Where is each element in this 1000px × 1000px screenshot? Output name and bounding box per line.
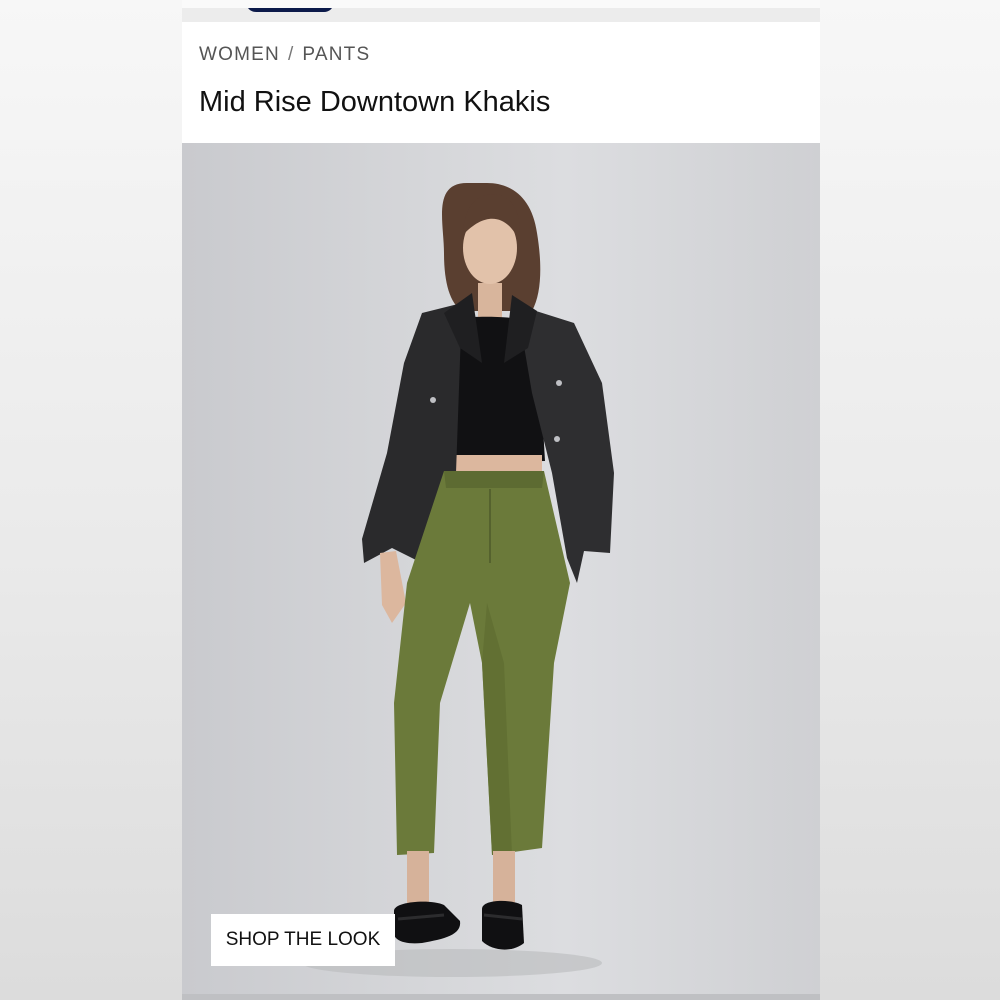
brand-logo-icon[interactable] [246, 8, 334, 12]
carousel-edge [182, 994, 820, 1000]
breadcrumb-item-women[interactable]: WOMEN [199, 44, 280, 66]
breadcrumb-separator: / [287, 44, 295, 65]
left-background [0, 0, 182, 1000]
product-title: Mid Rise Downtown Khakis [199, 86, 551, 118]
right-background [820, 0, 1000, 1000]
model-photo [302, 183, 614, 977]
product-hero-image[interactable]: SHOP THE LOOK [182, 143, 820, 1000]
shop-the-look-button[interactable]: SHOP THE LOOK [211, 914, 395, 966]
breadcrumb: WOMEN / PANTS [199, 44, 370, 66]
breadcrumb-item-pants[interactable]: PANTS [302, 44, 370, 66]
top-header-strip [182, 8, 820, 22]
product-page: WOMEN / PANTS Mid Rise Downtown Khakis S… [182, 8, 820, 1000]
